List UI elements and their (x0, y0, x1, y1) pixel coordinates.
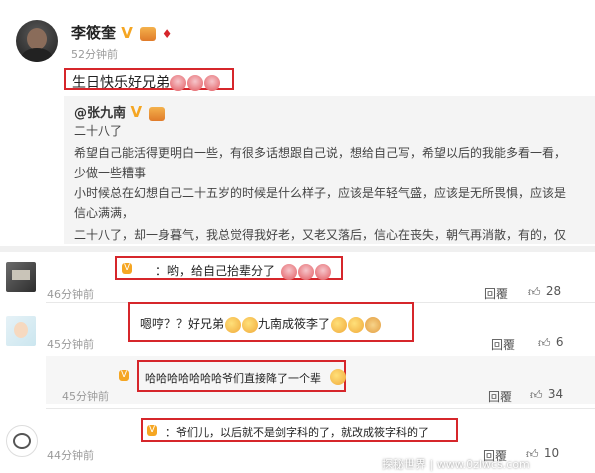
comment-box: V ：哟，给自己抬辈分了 (115, 256, 343, 280)
post-content-box: 生日快乐好兄弟 (64, 68, 234, 91)
comment-text: 哈哈哈哈哈哈哈爷们直接降了一个辈 (145, 372, 321, 385)
comment-time: 44分钟前 (47, 449, 94, 462)
cake-icon (315, 263, 331, 280)
comment-time: 45分钟前 (62, 390, 109, 403)
comment-text: 嗯哼？？好兄弟 (140, 317, 225, 331)
author-name[interactable]: 李筱奎 V ♦ (71, 22, 172, 43)
quoted-post[interactable]: @张九南 V 二十八了 希望自己能活得更明白一些，有很多话想跟自己说，想给自己写… (64, 96, 595, 244)
thumbs-up-icon: 👍︎ (538, 335, 551, 350)
laugh-icon (330, 369, 346, 385)
reply-button[interactable]: 回覆 (484, 285, 508, 302)
cake-icon (204, 74, 220, 91)
cat-face-icon (365, 316, 381, 333)
smile-icon (348, 316, 364, 333)
quoted-line: 小时候总在幻想自己二十五岁的时候是什么样子，应该是年轻气盛，应该是无所畏惧，应该… (74, 186, 567, 200)
section-divider (0, 246, 595, 252)
post-time: 52分钟前 (71, 48, 118, 61)
like-count: 10 (543, 446, 560, 460)
comment-text: ：爷们儿，以后就不是剑字科的了，就改成筱字科的了 (165, 426, 429, 439)
quoted-line: 希望自己能活得更明白一些，有很多话想跟自己说，想给自己写，希望以后的我能多看一看… (74, 146, 567, 160)
commenter-avatar[interactable] (6, 262, 36, 292)
verified-icon: V (130, 103, 143, 121)
post-content-text: 生日快乐好兄弟 (72, 75, 170, 91)
like-button[interactable]: 👍︎ 10 (526, 446, 559, 461)
reply-button[interactable]: 回覆 (488, 388, 512, 405)
cake-icon (281, 263, 297, 280)
like-button[interactable]: 👍︎ 6 (538, 335, 563, 350)
cake-icon (187, 74, 203, 91)
comment-box: 嗯哼？？好兄弟 九南成筱李了 (128, 302, 414, 342)
comment-text: ：哟，给自己抬辈分了 (155, 264, 276, 278)
comment-box: V 哈哈哈哈哈哈哈爷们直接降了一个辈 (119, 360, 346, 392)
quoted-line: 二十八了，却一身暮气，我总觉得我好老，又老又落后，信心在丧失，朝气再消散，有的，… (74, 228, 567, 242)
smile-icon (242, 316, 258, 333)
member-badge-icon (149, 106, 166, 121)
commenter-avatar[interactable] (6, 316, 36, 346)
user-level-badge: V (119, 370, 130, 381)
like-count: 34 (547, 387, 564, 401)
pin-icon: ♦ (161, 27, 173, 41)
member-badge-icon (140, 26, 157, 41)
thumbs-up-icon: 👍︎ (530, 387, 543, 402)
author-name-text[interactable]: 李筱奎 (71, 24, 116, 42)
smile-icon (225, 316, 241, 333)
verified-icon: V (121, 24, 133, 42)
comment-text: 九南成筱李了 (258, 317, 331, 331)
user-level-badge: V (122, 263, 133, 274)
user-level-badge: V (147, 425, 158, 436)
like-count: 6 (555, 335, 564, 349)
thumbs-up-icon: 👍︎ (528, 284, 541, 299)
cake-icon (170, 74, 186, 91)
like-count: 28 (545, 284, 562, 298)
divider (46, 408, 595, 409)
cake-icon (298, 263, 314, 280)
commenter-avatar[interactable] (6, 425, 38, 457)
author-avatar[interactable] (16, 20, 58, 62)
reply-button[interactable]: 回覆 (491, 336, 515, 353)
like-button[interactable]: 👍︎ 28 (528, 284, 561, 299)
like-button[interactable]: 👍︎ 34 (530, 387, 563, 402)
smile-icon (331, 316, 347, 333)
comment-time: 45分钟前 (47, 338, 94, 351)
comment-time: 46分钟前 (47, 288, 94, 301)
watermark: 探秘世界 | www.0zlwcs.com (382, 458, 530, 471)
comment-box: V ：爷们儿，以后就不是剑字科的了，就改成筱字科的了 (141, 418, 458, 442)
